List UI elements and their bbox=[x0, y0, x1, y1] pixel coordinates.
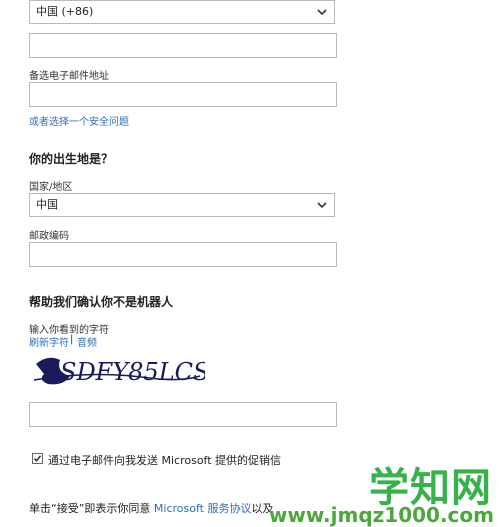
captcha-heading: 帮助我们确认你不是机器人 bbox=[29, 295, 174, 309]
service-agreement-link[interactable]: Microsoft 服务协议 bbox=[154, 502, 252, 515]
promo-checkbox[interactable] bbox=[32, 453, 43, 464]
audio-link[interactable]: 音频 bbox=[77, 334, 97, 349]
site-watermark-url: www.jmqz1000.com bbox=[268, 503, 494, 527]
captcha-input[interactable] bbox=[29, 402, 337, 427]
refresh-characters-link[interactable]: 刷新字符 bbox=[29, 334, 69, 349]
promo-checkbox-label: 通过电子邮件向我发送 Microsoft 提供的促销信 bbox=[48, 454, 282, 467]
captcha-image: SDFY85LCS bbox=[33, 357, 205, 386]
alt-email-input[interactable] bbox=[29, 82, 337, 107]
postal-code-input[interactable] bbox=[29, 242, 337, 267]
country-value: 中国 bbox=[36, 198, 58, 211]
link-separator: | bbox=[70, 334, 74, 345]
country-label: 国家/地区 bbox=[29, 182, 73, 193]
captcha-text: SDFY85LCS bbox=[60, 358, 205, 386]
country-code-value: 中国 (+86) bbox=[36, 5, 94, 18]
terms-text: 单击“接受”即表示你同意 Microsoft 服务协议以及 bbox=[29, 500, 289, 516]
chevron-down-icon bbox=[317, 202, 327, 209]
postal-code-label: 邮政编码 bbox=[29, 231, 69, 242]
terms-prefix: 单击“接受”即表示你同意 bbox=[29, 502, 154, 515]
country-select[interactable]: 中国 bbox=[29, 193, 335, 217]
phone-number-input[interactable] bbox=[29, 33, 337, 58]
birthplace-heading: 你的出生地是？ bbox=[29, 152, 114, 166]
chevron-down-icon bbox=[317, 9, 327, 16]
security-question-link[interactable]: 或者选择一个安全问题 bbox=[29, 113, 129, 128]
country-code-select[interactable]: 中国 (+86) bbox=[29, 0, 335, 24]
alt-email-label: 备选电子邮件地址 bbox=[29, 71, 109, 82]
checkmark-icon bbox=[33, 455, 42, 462]
